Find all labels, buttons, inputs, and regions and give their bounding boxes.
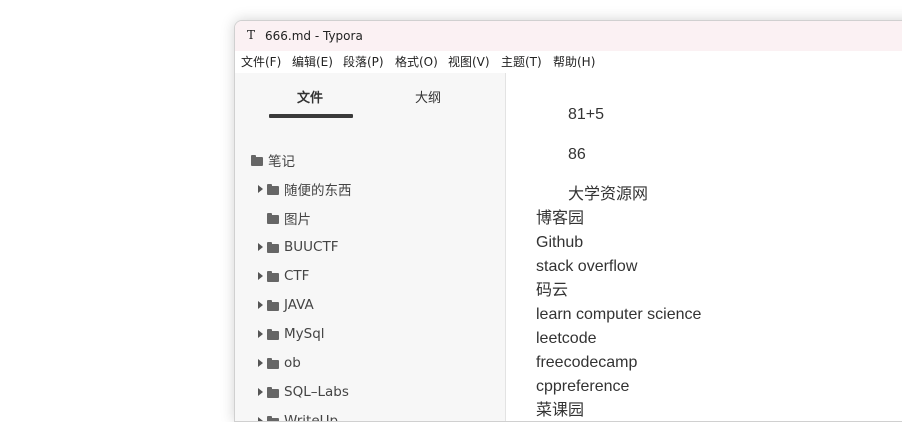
- menu-format[interactable]: 格式(O): [395, 55, 438, 69]
- tree-item-label: JAVA: [284, 297, 314, 313]
- tree-item-label: ob: [284, 355, 301, 371]
- editor-line: 86: [568, 145, 586, 165]
- tree-item-folder[interactable]: 图片: [267, 208, 311, 228]
- tree-item-folder[interactable]: 随便的东西: [258, 179, 352, 199]
- folder-icon: [267, 215, 279, 224]
- editor-line: Github: [536, 233, 583, 253]
- typora-app-icon: T: [244, 28, 258, 42]
- sidebar: 文件 大纲 笔记 随便的东西 图片 BUUCTF CTF: [235, 73, 506, 421]
- editor-line: 码云: [536, 281, 568, 301]
- editor-line: 大学资源网: [568, 185, 648, 205]
- tree-item-folder[interactable]: JAVA: [258, 295, 314, 315]
- folder-icon: [267, 331, 279, 340]
- tree-item-label: BUUCTF: [284, 239, 338, 255]
- tree-item-label: 图片: [284, 208, 311, 228]
- menu-view[interactable]: 视图(V): [448, 55, 490, 69]
- title-bar[interactable]: T 666.md - Typora: [235, 21, 902, 51]
- tree-item-label: 随便的东西: [284, 179, 352, 199]
- tree-item-label: CTF: [284, 268, 309, 284]
- menu-theme[interactable]: 主题(T): [501, 55, 542, 69]
- menu-edit[interactable]: 编辑(E): [292, 55, 333, 69]
- editor-line: 81+5: [568, 105, 604, 125]
- tree-item-label: WriteUp: [284, 413, 338, 422]
- tree-item-folder[interactable]: WriteUp: [258, 411, 338, 422]
- tree-item-label: MySql: [284, 326, 325, 342]
- folder-icon: [267, 389, 279, 398]
- expand-arrow-icon[interactable]: [258, 359, 263, 367]
- tree-item-folder[interactable]: CTF: [258, 266, 309, 286]
- expand-arrow-icon[interactable]: [258, 330, 263, 338]
- menu-file[interactable]: 文件(F): [241, 55, 281, 69]
- markdown-editor[interactable]: 81+5 86 大学资源网 博客园 Github stack overflow …: [506, 73, 902, 421]
- menu-bar: 文件(F) 编辑(E) 段落(P) 格式(O) 视图(V) 主题(T) 帮助(H…: [235, 51, 902, 73]
- folder-icon: [267, 302, 279, 311]
- tree-item-folder[interactable]: SQL–Labs: [258, 382, 349, 402]
- expand-arrow-icon[interactable]: [258, 185, 263, 193]
- editor-line: cppreference: [536, 377, 629, 397]
- tree-item-folder[interactable]: BUUCTF: [258, 237, 338, 257]
- tree-item-label: 笔记: [268, 150, 295, 170]
- menu-paragraph[interactable]: 段落(P): [343, 55, 384, 69]
- editor-line: 菜课园: [536, 401, 584, 421]
- expand-arrow-icon[interactable]: [258, 301, 263, 309]
- tree-item-folder[interactable]: ob: [258, 353, 301, 373]
- tab-files[interactable]: 文件: [297, 87, 323, 106]
- editor-line: learn computer science: [536, 305, 701, 325]
- folder-icon: [267, 360, 279, 369]
- editor-line: leetcode: [536, 329, 597, 349]
- folder-icon: [267, 418, 279, 422]
- tree-item-folder[interactable]: MySql: [258, 324, 325, 344]
- tab-outline[interactable]: 大纲: [415, 87, 441, 106]
- active-tab-indicator: [269, 114, 353, 118]
- expand-arrow-icon[interactable]: [258, 388, 263, 396]
- expand-arrow-icon[interactable]: [258, 243, 263, 251]
- expand-arrow-icon[interactable]: [258, 417, 263, 422]
- folder-icon: [251, 157, 263, 166]
- editor-line: stack overflow: [536, 257, 637, 277]
- folder-icon: [267, 244, 279, 253]
- tree-root-folder[interactable]: 笔记: [251, 150, 295, 170]
- typora-window: T 666.md - Typora 文件(F) 编辑(E) 段落(P) 格式(O…: [234, 20, 902, 422]
- expand-arrow-icon[interactable]: [258, 272, 263, 280]
- editor-line: 博客园: [536, 209, 584, 229]
- editor-line: freecodecamp: [536, 353, 637, 373]
- folder-icon: [267, 273, 279, 282]
- menu-help[interactable]: 帮助(H): [553, 55, 595, 69]
- folder-icon: [267, 186, 279, 195]
- window-title: 666.md - Typora: [265, 28, 363, 44]
- tree-item-label: SQL–Labs: [284, 384, 349, 400]
